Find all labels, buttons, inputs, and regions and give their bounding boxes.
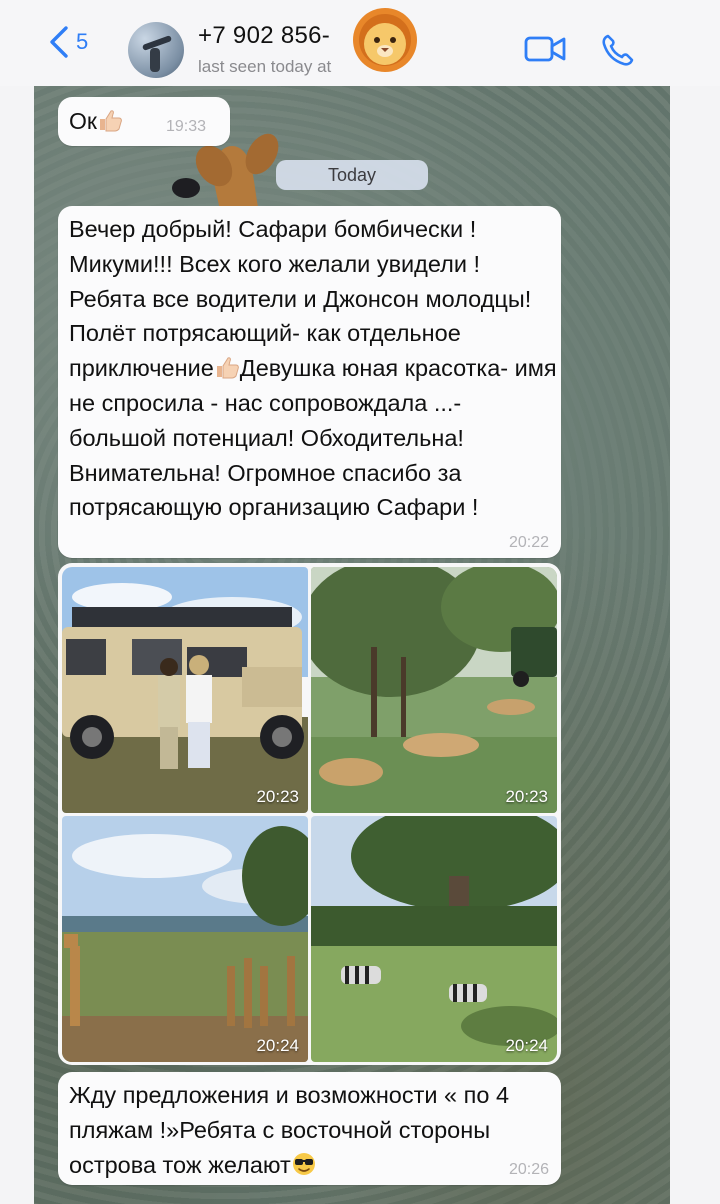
- message-text-content: Жду предложения и возможности « по 4 пля…: [69, 1082, 510, 1178]
- message-bubble[interactable]: Жду предложения и возможности « по 4 пля…: [58, 1072, 561, 1185]
- message-time: 20:26: [508, 1161, 549, 1178]
- photo-time: 20:24: [505, 1036, 548, 1055]
- thumbs-up-emoji: [216, 357, 239, 379]
- contact-name[interactable]: +7 902 856-: [198, 22, 330, 50]
- message-text-content: Ок: [69, 108, 97, 134]
- thumbs-up-emoji: [99, 110, 122, 132]
- photo-safari-jeep[interactable]: 20:23: [62, 567, 308, 813]
- phone-call-icon[interactable]: [600, 32, 636, 68]
- lions-image: [311, 567, 557, 813]
- video-call-icon[interactable]: [524, 34, 566, 64]
- zebras-image: [311, 816, 557, 1062]
- chevron-left-icon: [50, 26, 68, 58]
- message-text: Ок: [69, 108, 123, 135]
- contact-avatar[interactable]: [128, 22, 184, 78]
- message-text: Жду предложения и возможности « по 4 пля…: [69, 1078, 549, 1182]
- photo-album-message: 20:23 20:23 20:24 20:24: [58, 563, 561, 1065]
- photo-lions[interactable]: 20:23: [311, 567, 557, 813]
- message-text: Вечер добрый! Сафари бомбически ! Микуми…: [69, 212, 559, 525]
- sunglasses-emoji: [292, 1152, 315, 1175]
- safari-jeep-image: [62, 567, 308, 813]
- photo-time: 20:23: [256, 787, 299, 806]
- date-separator: Today: [276, 160, 428, 190]
- photo-giraffes[interactable]: 20:24: [62, 816, 308, 1062]
- chat-header: 5 +7 902 856- last seen today at: [0, 0, 720, 86]
- photo-zebras[interactable]: 20:24: [311, 816, 557, 1062]
- message-bubble[interactable]: Ок 19:33: [58, 97, 230, 146]
- lion-sticker-icon: [353, 8, 417, 72]
- message-time: 20:22: [508, 534, 549, 551]
- avatar-person: [150, 48, 160, 72]
- photo-time: 20:24: [256, 1036, 299, 1055]
- giraffes-image: [62, 816, 308, 1062]
- unread-count: 5: [76, 29, 89, 54]
- last-seen-status: last seen today at: [198, 57, 332, 76]
- photo-time: 20:23: [505, 787, 548, 806]
- back-button[interactable]: 5: [48, 22, 88, 62]
- message-bubble[interactable]: Вечер добрый! Сафари бомбически ! Микуми…: [58, 206, 561, 558]
- message-time: 19:33: [166, 118, 207, 135]
